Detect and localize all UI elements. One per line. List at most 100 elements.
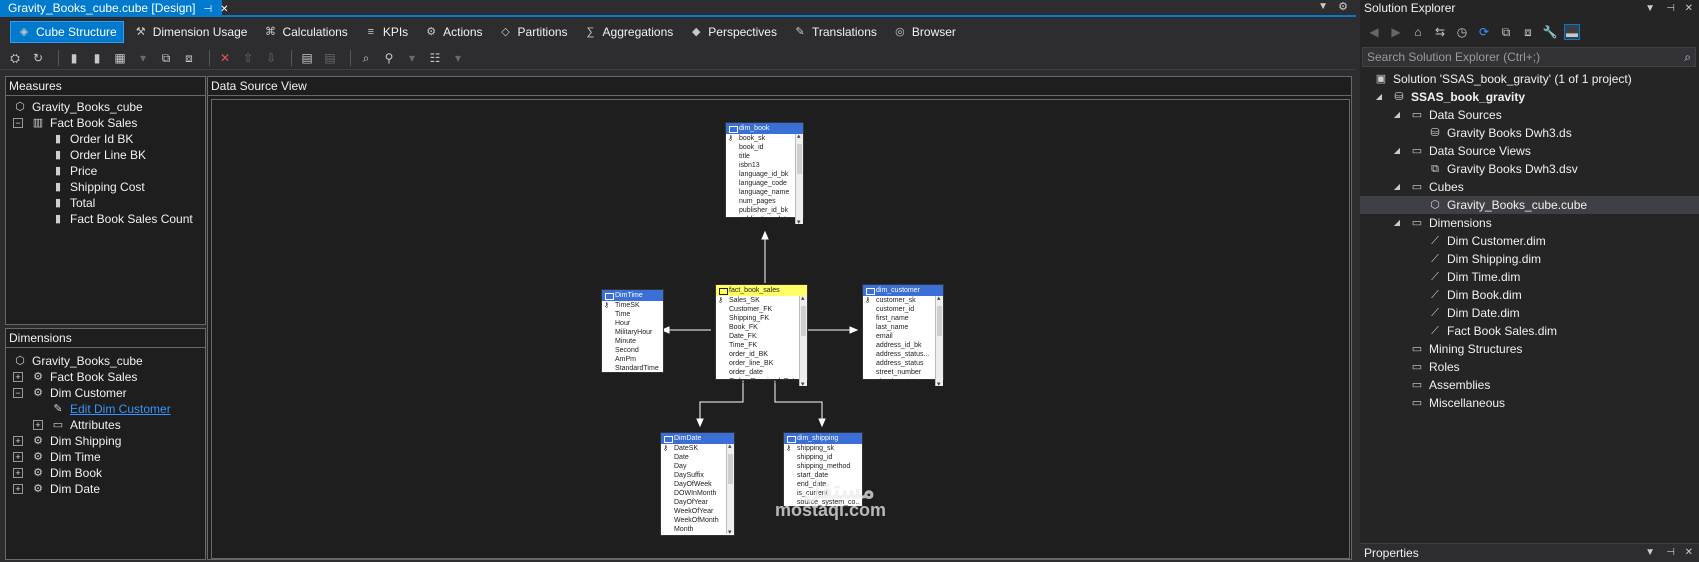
new-measure-icon[interactable]: ▮ [65,49,83,67]
sync-icon[interactable]: ⟳ [1476,24,1492,40]
scrollbar-thumb[interactable] [937,306,942,336]
measure-item[interactable]: ▮ Shipping Cost [51,179,145,195]
preview-icon[interactable]: ▬ [1564,24,1580,40]
file-node[interactable]: ⟋ Dim Book.dim [1428,286,1522,304]
measure-group-node[interactable]: − ▥ Fact Book Sales [13,115,137,131]
measures-cube-node[interactable]: ⬡ Gravity_Books_cube [13,99,143,115]
collapse-arrow-icon[interactable]: ◢ [1392,142,1402,160]
collapse-icon[interactable]: − [13,118,23,128]
file-node[interactable]: ⟋ Fact Book Sales.dim [1428,322,1557,340]
close-icon[interactable]: ✕ [1685,0,1693,17]
new-measure-group-icon[interactable]: ▮ [88,49,106,67]
table-dim-book[interactable]: dim_book book_sk book_id title isbn13 la… [725,122,804,226]
folder-dimensions[interactable]: ◢ ▭ Dimensions [1392,214,1492,232]
document-tab[interactable]: Gravity_Books_cube.cube [Design] ⊣ ✕ [0,0,229,17]
tab-calculations[interactable]: ⌘ Calculations [257,21,353,43]
file-node[interactable]: ⟋ Dim Time.dim [1428,268,1520,286]
show-all-files-icon[interactable]: ⧈ [1520,24,1536,40]
expand-icon[interactable]: + [13,372,23,382]
hide-table-icon[interactable]: ▤ [321,49,339,67]
tab-browser[interactable]: ◎ Browser [887,21,962,43]
diagram-canvas[interactable]: dim_book book_sk book_id title isbn13 la… [211,99,1350,559]
measure-item[interactable]: ▮ Price [51,163,97,179]
add-cube-dimension-icon[interactable]: ⧉ [157,49,175,67]
scrollbar-thumb[interactable] [728,454,733,484]
tab-translations[interactable]: ✎ Translations [787,21,883,43]
collapse-icon[interactable]: − [13,388,23,398]
attributes-node[interactable]: + ▭ Attributes [33,417,121,433]
scrollbar-thumb[interactable] [801,306,806,336]
project-node[interactable]: ◢ ⛁ SSAS_book_gravity [1374,88,1525,106]
new-linked-object-icon[interactable]: ⧈ [180,49,198,67]
forward-icon[interactable]: ▶ [1388,24,1404,40]
measure-item[interactable]: ▮ Fact Book Sales Count [51,211,193,227]
table-dimdate[interactable]: DimDate DateSK Date Day DaySuffix DayOfW… [660,432,735,536]
tab-partitions[interactable]: ◇ Partitions [493,21,574,43]
dimension-node[interactable]: + ⚙ Fact Book Sales [13,369,137,385]
folder-data-sources[interactable]: ◢ ▭ Data Sources [1392,106,1502,124]
solution-search-input[interactable]: Search Solution Explorer (Ctrl+;) ⌕ [1362,47,1696,67]
dimension-node[interactable]: + ⚙ Dim Time [13,449,101,465]
expand-icon[interactable]: + [13,452,23,462]
tab-kpis[interactable]: ≡ KPIs [358,21,414,43]
solution-node[interactable]: ▣ Solution 'SSAS_book_gravity' (1 of 1 pr… [1374,70,1632,88]
expand-icon[interactable]: + [13,468,23,478]
process-icon[interactable]: ⛭ [6,49,24,67]
folder-mining-structures[interactable]: ▭ Mining Structures [1410,340,1523,358]
arrange-tables-icon[interactable]: ☷ [426,49,444,67]
window-menu-icon[interactable]: ▼ [1645,544,1655,562]
search-icon[interactable]: ⌕ [1684,48,1691,66]
file-node[interactable]: ⟋ Dim Shipping.dim [1428,250,1541,268]
window-menu-icon[interactable]: ▼ [1645,0,1655,17]
collapse-arrow-icon[interactable]: ◢ [1392,178,1402,196]
move-up-icon[interactable]: ⇧ [239,49,257,67]
move-down-icon[interactable]: ⇩ [262,49,280,67]
collapse-arrow-icon[interactable]: ◢ [1392,106,1402,124]
switch-views-icon[interactable]: ⇆ [1432,24,1448,40]
dimension-node[interactable]: − ⚙ Dim Customer [13,385,127,401]
grid-view-icon[interactable]: ▦ [111,49,129,67]
table-scrollbar[interactable] [726,442,734,536]
dropdown-icon[interactable]: ▾ [134,49,152,67]
refresh-icon[interactable]: ↻ [29,49,47,67]
close-icon[interactable]: ✕ [1685,544,1693,562]
file-node[interactable]: ⛁ Gravity Books Dwh3.ds [1428,124,1571,142]
zoom-icon[interactable]: ⚲ [380,49,398,67]
folder-miscellaneous[interactable]: ▭ Miscellaneous [1410,394,1505,412]
dimension-node[interactable]: + ⚙ Dim Book [13,465,102,481]
file-node[interactable]: ⟋ Dim Date.dim [1428,304,1520,322]
collapse-all-icon[interactable]: ⧉ [1498,24,1514,40]
table-scrollbar[interactable] [795,132,803,226]
table-fact-book-sales[interactable]: fact_book_sales Sales_SK Customer_FK Shi… [715,284,808,388]
tab-actions[interactable]: ⚙ Actions [418,21,488,43]
tab-aggregations[interactable]: ∑ Aggregations [578,21,680,43]
find-table-icon[interactable]: ⌕ [357,49,375,67]
pin-icon[interactable]: ⊣ [1666,544,1675,562]
expand-icon[interactable]: + [33,420,43,430]
properties-panel-title[interactable]: Properties ▼ ⊣ ✕ [1360,543,1699,561]
show-table-icon[interactable]: ▤ [298,49,316,67]
back-icon[interactable]: ◀ [1366,24,1382,40]
zoom-dropdown-icon[interactable]: ▾ [403,49,421,67]
table-scrollbar[interactable] [935,294,943,388]
delete-icon[interactable]: ✕ [216,49,234,67]
pending-changes-icon[interactable]: ◷ [1454,24,1470,40]
folder-roles[interactable]: ▭ Roles [1410,358,1460,376]
measure-item[interactable]: ▮ Order Line BK [51,147,146,163]
scrollbar-thumb[interactable] [797,144,802,174]
table-dim-customer[interactable]: dim_customer customer_sk customer_id fir… [862,284,944,388]
gear-icon[interactable]: ⚙ [1338,0,1348,13]
dimension-node[interactable]: + ⚙ Dim Shipping [13,433,121,449]
pin-icon[interactable]: ⊣ [203,4,212,15]
dimension-node[interactable]: + ⚙ Dim Date [13,481,100,497]
expand-icon[interactable]: + [13,484,23,494]
tab-dimension-usage[interactable]: ⚒ Dimension Usage [128,21,254,43]
table-scrollbar[interactable] [799,294,807,388]
folder-cubes[interactable]: ◢ ▭ Cubes [1392,178,1464,196]
close-icon[interactable]: ✕ [220,4,228,15]
tab-perspectives[interactable]: ◆ Perspectives [683,21,783,43]
properties-icon[interactable]: 🔧 [1542,24,1558,40]
measure-item[interactable]: ▮ Total [51,195,95,211]
tab-cube-structure[interactable]: ◈ Cube Structure [10,21,124,43]
file-node-selected[interactable]: ⬡ Gravity_Books_cube.cube [1360,196,1699,214]
